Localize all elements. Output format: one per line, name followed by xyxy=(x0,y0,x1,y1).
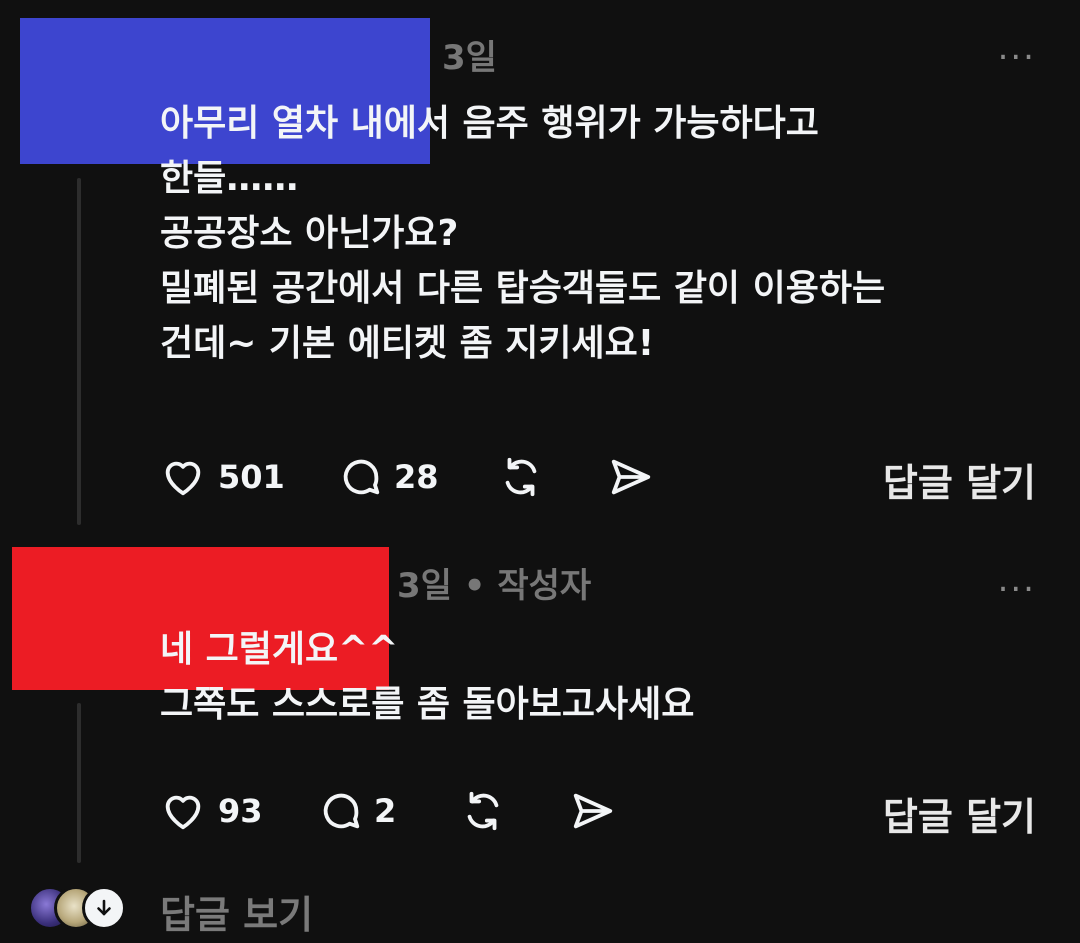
speech-bubble-icon xyxy=(323,793,360,829)
more-options-icon[interactable]: ... xyxy=(998,563,1036,597)
comment-time: 3일 xyxy=(442,38,497,78)
send-icon xyxy=(611,459,651,495)
comment-count: 28 xyxy=(394,458,439,496)
repost-icon xyxy=(467,791,499,831)
thread-line xyxy=(77,703,81,863)
like-button[interactable]: 93 xyxy=(160,788,263,834)
arrow-down-icon xyxy=(97,899,111,916)
reply-button[interactable]: 답글 달기 xyxy=(883,452,1036,507)
comment-text: 네 그럴게요^^ 그쪽도 스스로를 좀 돌아보고사세요 xyxy=(160,629,695,725)
like-count: 501 xyxy=(218,458,285,496)
repost-button[interactable] xyxy=(460,788,506,834)
expand-replies-button[interactable] xyxy=(82,886,126,930)
like-count: 93 xyxy=(218,792,263,830)
comment-button[interactable]: 28 xyxy=(338,454,439,500)
comment-count: 2 xyxy=(374,792,397,830)
share-button[interactable] xyxy=(570,788,616,834)
heart-icon xyxy=(165,461,201,496)
send-icon xyxy=(573,793,613,829)
reply-button[interactable]: 답글 달기 xyxy=(883,786,1036,841)
reply-avatars[interactable] xyxy=(28,886,138,932)
repost-icon xyxy=(505,457,537,497)
like-button[interactable]: 501 xyxy=(160,454,285,500)
comment-text: 아무리 열차 내에서 음주 행위가 가능하다고 한들…… 공공장소 아닌가요? … xyxy=(160,103,886,364)
thread-line xyxy=(77,178,81,525)
view-replies-link[interactable]: 답글 보기 xyxy=(160,884,313,939)
share-button[interactable] xyxy=(608,454,654,500)
heart-icon xyxy=(165,795,201,830)
more-options-icon[interactable]: ... xyxy=(998,31,1036,65)
speech-bubble-icon xyxy=(343,459,380,495)
repost-button[interactable] xyxy=(498,454,544,500)
comment-button[interactable]: 2 xyxy=(318,788,396,834)
comment-time: 3일 • 작성자 xyxy=(397,566,592,606)
